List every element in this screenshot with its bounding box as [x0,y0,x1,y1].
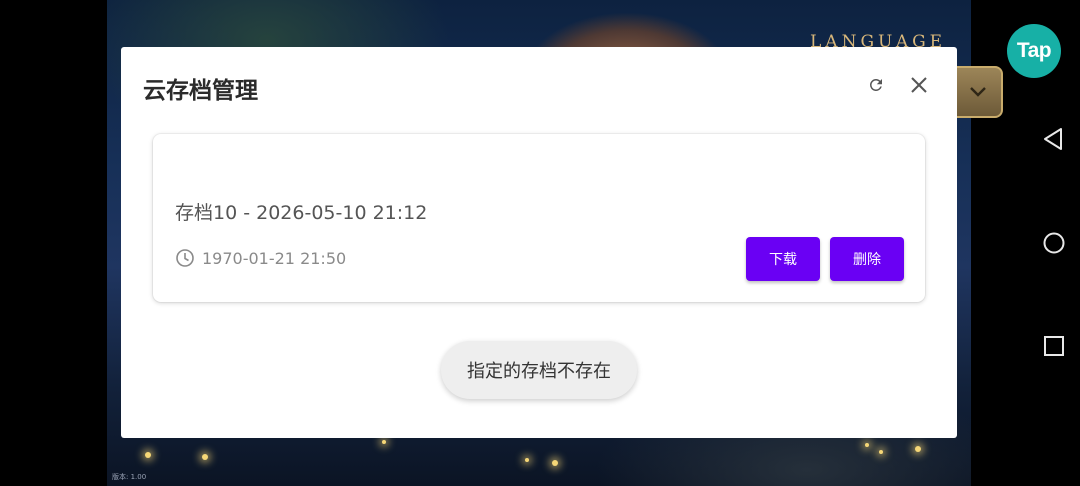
refresh-button[interactable] [863,72,889,98]
recent-square-icon[interactable] [1040,332,1068,360]
close-button[interactable] [906,72,932,98]
save-time-row: 1970-01-21 21:50 [175,248,346,268]
chevron-down-icon [970,87,986,97]
save-name: 存档10 - 2026-05-10 21:12 [175,202,428,224]
firefly-light [865,443,869,447]
home-circle-icon[interactable] [1040,229,1068,257]
save-timestamp: 1970-01-21 21:50 [202,248,347,268]
firefly-light [202,454,208,460]
firefly-light [525,458,529,462]
save-card: 存档10 - 2026-05-10 21:12 1970-01-21 21:50… [153,134,925,302]
firefly-light [145,452,151,458]
refresh-icon [869,78,882,91]
language-dropdown[interactable] [955,66,1003,118]
close-icon [911,77,927,93]
firefly-light [915,446,921,452]
cloud-save-dialog: 云存档管理 存档10 - 2026-05-10 21:12 1970-01-21… [121,47,957,438]
toast-message: 指定的存档不存在 [441,341,637,399]
dialog-title: 云存档管理 [143,78,258,104]
download-button[interactable]: 下载 [746,237,820,281]
firefly-light [879,450,883,454]
back-triangle-icon[interactable] [1040,125,1068,153]
delete-button[interactable]: 删除 [830,237,904,281]
firefly-light [382,440,386,444]
taptap-float-button[interactable]: Tap [1007,24,1061,78]
firefly-light [552,460,558,466]
taptap-label: Tap [1016,39,1052,62]
clock-icon [176,249,194,267]
version-text: 版本: 1.00 [112,473,147,481]
